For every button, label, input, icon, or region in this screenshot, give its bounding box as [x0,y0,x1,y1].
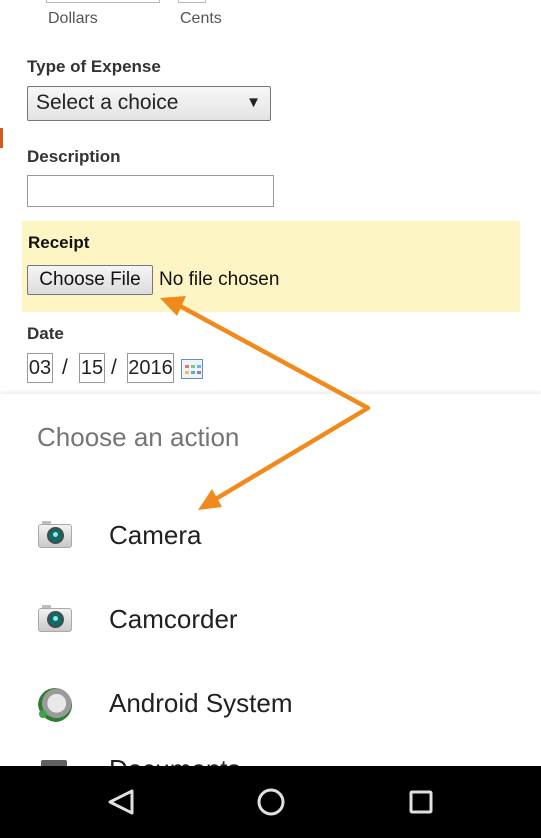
receipt-section: Receipt Choose File No file chosen [22,221,520,312]
date-separator: / [111,356,117,379]
action-android-system[interactable]: Android System [0,676,541,760]
date-separator: / [62,356,68,379]
action-documents[interactable]: Documents [109,754,241,766]
action-camera[interactable]: Camera [0,508,541,592]
expense-form: Dollars Cents Type of Expense Select a c… [0,0,541,395]
back-icon[interactable] [72,766,172,838]
description-input[interactable] [27,175,274,207]
screen: Dollars Cents Type of Expense Select a c… [0,0,541,838]
type-of-expense-select[interactable]: Select a choice ▼ [27,86,271,121]
calendar-icon[interactable] [181,359,203,379]
dollars-label: Dollars [48,10,98,27]
date-day-input[interactable]: 15 [79,353,105,383]
home-icon[interactable] [221,766,321,838]
type-of-expense-label: Type of Expense [27,57,161,76]
description-label: Description [27,147,121,166]
side-accent [0,128,3,148]
receipt-label: Receipt [28,233,90,252]
action-camcorder[interactable]: Camcorder [0,592,541,676]
camcorder-icon [38,604,72,634]
file-status-text: No file chosen [159,269,280,290]
android-system-icon [38,688,72,722]
choose-action-sheet: Choose an action Camera Camcorder Androi… [0,394,541,766]
action-label: Camcorder [109,604,238,634]
choose-file-button[interactable]: Choose File [27,265,153,295]
navigation-bar [0,766,541,838]
select-value: Select a choice [36,91,179,114]
date-label: Date [27,324,64,343]
cents-label: Cents [180,10,222,27]
action-label: Android System [109,688,293,718]
action-label: Camera [109,520,202,550]
camera-icon [38,520,72,550]
cents-input[interactable] [178,0,206,3]
date-year-input[interactable]: 2016 [127,353,174,383]
dropdown-arrow-icon: ▼ [246,94,261,111]
dollars-input[interactable] [46,0,160,3]
date-month-input[interactable]: 03 [27,353,53,383]
recents-icon[interactable] [371,766,471,838]
sheet-title: Choose an action [37,422,240,452]
